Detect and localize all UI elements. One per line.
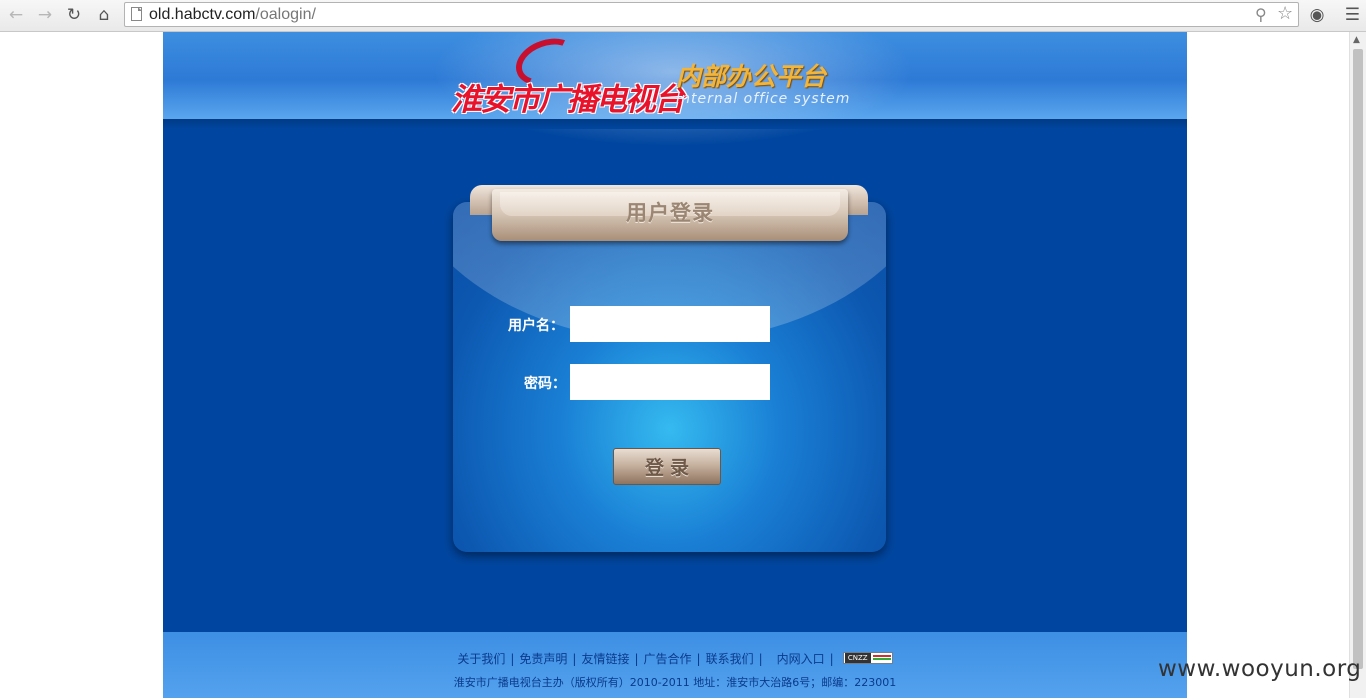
header-banner: 淮安市广播电视台 内部办公平台 Internal office system — [163, 32, 1187, 152]
login-title: 用户登录 — [626, 201, 714, 225]
bookmark-star-icon[interactable]: ☆ — [1277, 3, 1293, 24]
username-label: 用户名： — [508, 318, 564, 334]
password-input[interactable] — [570, 364, 770, 400]
browser-toolbar: ← → ↻ ⌂ old.habctv.com/oalogin/ ⚲ ☆ ◉ ☰ — [0, 0, 1366, 32]
footer-link-ads[interactable]: 广告合作 — [644, 652, 692, 666]
key-icon[interactable]: ⚲ — [1255, 5, 1267, 24]
footer-separator: | — [572, 652, 577, 666]
globe-icon[interactable]: ◉ — [1305, 4, 1329, 26]
cnzz-badge[interactable]: CNZZ — [842, 651, 893, 664]
banner-divider — [163, 119, 1187, 129]
watermark: www.wooyun.org — [1158, 656, 1362, 682]
footer-separator: | — [758, 652, 763, 666]
login-button[interactable]: 登录 — [613, 448, 721, 485]
forward-arrow-icon[interactable]: → — [33, 4, 57, 26]
home-icon[interactable]: ⌂ — [92, 4, 116, 26]
footer-link-friends[interactable]: 友情链接 — [581, 652, 629, 666]
footer-link-about[interactable]: 关于我们 — [457, 652, 505, 666]
footer-link-contact[interactable]: 联系我们 — [706, 652, 754, 666]
cnzz-badge-text: CNZZ — [844, 652, 871, 663]
footer-copyright: 淮安市广播电视台主办（版权所有）2010-2011 地址：淮安市大治路6号；邮编… — [453, 676, 897, 689]
username-input[interactable] — [570, 306, 770, 342]
footer-link-intranet[interactable]: 内网入口 — [777, 652, 825, 666]
site-page: 淮安市广播电视台 内部办公平台 Internal office system 用… — [163, 32, 1187, 698]
browser-menu-icon[interactable]: ☰ — [1345, 5, 1360, 25]
back-arrow-icon[interactable]: ← — [4, 4, 28, 26]
footer-link-disclaimer[interactable]: 免责声明 — [519, 652, 567, 666]
scroll-up-arrow-icon[interactable]: ▲ — [1353, 35, 1360, 45]
logo-subtitle: 内部办公平台 — [676, 62, 827, 91]
url-text[interactable]: old.habctv.com/oalogin/ — [149, 5, 316, 25]
footer-separator: | — [634, 652, 639, 666]
footer-separator: | — [829, 652, 834, 666]
scroll-thumb[interactable] — [1353, 49, 1363, 669]
address-bar[interactable]: old.habctv.com/oalogin/ ⚲ ☆ — [124, 2, 1299, 27]
reload-icon[interactable]: ↻ — [62, 4, 86, 26]
footer-separator: | — [510, 652, 515, 666]
page-scrollbar[interactable]: ▲ — [1349, 32, 1366, 698]
footer: 关于我们 | 免责声明 | 友情链接 | 广告合作 | 联系我们 | 内网入口 | CNZZ 淮安市广播… — [163, 632, 1187, 698]
cnzz-bars — [872, 654, 891, 661]
url-path: /oalogin/ — [255, 6, 316, 23]
footer-links: 关于我们 | 免责声明 | 友情链接 | 广告合作 | 联系我们 | 内网入口 | CNZZ — [163, 650, 1187, 667]
password-label: 密码： — [524, 376, 566, 392]
url-host: old.habctv.com — [149, 6, 256, 23]
footer-separator: | — [696, 652, 701, 666]
logo-english: Internal office system — [676, 91, 851, 107]
logo-name: 淮安市广播电视台 — [451, 82, 685, 118]
page-icon — [131, 7, 142, 21]
login-ribbon: 用户登录 — [492, 189, 848, 241]
